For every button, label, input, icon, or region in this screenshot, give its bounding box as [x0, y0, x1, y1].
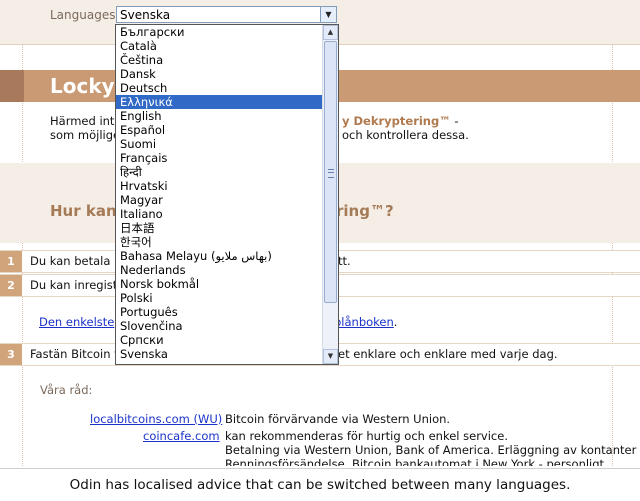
scroll-down-icon[interactable]: ▼ — [323, 349, 338, 364]
step-number: 3 — [0, 344, 22, 365]
step-number: 1 — [0, 251, 22, 272]
advice-desc: Bitcoin förvärvande via Western Union. — [225, 412, 451, 426]
localbitcoins-link[interactable]: localbitcoins.com (WU) — [90, 412, 222, 426]
language-option[interactable]: Svenska — [116, 347, 322, 361]
language-options: Български Català Čeština Dansk Deutsch Ελληνι… — [116, 25, 322, 361]
question-heading-prefix: Hur kan — [50, 202, 117, 220]
wallet-link-prefix[interactable]: Den enkelste — [39, 315, 114, 329]
language-option[interactable]: Hrvatski — [116, 179, 322, 193]
language-option[interactable]: Português — [116, 305, 322, 319]
language-option[interactable]: Ελληνικά — [116, 95, 322, 109]
intro-line1-highlight: y Dekryptering™ — [342, 114, 451, 128]
scroll-up-icon[interactable]: ▲ — [323, 25, 338, 40]
language-dropdown-list[interactable]: Български Català Čeština Dansk Deutsch Ελληνι… — [115, 24, 339, 365]
step-number: 2 — [0, 275, 22, 296]
grip-icon — [328, 169, 334, 178]
language-option[interactable]: Български — [116, 25, 322, 39]
scrollbar-thumb[interactable] — [324, 41, 337, 303]
language-option[interactable]: Dansk — [116, 67, 322, 81]
step-text-suffix: et enklare och enklare med varje dag. — [338, 347, 558, 361]
page-title: Locky — [50, 74, 115, 98]
chevron-down-icon[interactable]: ▼ — [320, 7, 336, 22]
intro-line1-suffix: - — [450, 114, 459, 128]
caption-bar: Odin has localised advice that can be sw… — [0, 468, 640, 501]
dropdown-scrollbar[interactable]: ▲ ▼ — [322, 25, 338, 364]
language-option[interactable]: 日本語 — [116, 221, 322, 235]
language-option[interactable]: Español — [116, 123, 322, 137]
caption-text: Odin has localised advice that can be sw… — [69, 477, 571, 493]
language-option[interactable]: Bahasa Melayu (بهاس ملايو) — [116, 249, 322, 263]
step-text: Du kan betala n — [30, 254, 122, 268]
advice-label: Våra råd: — [40, 383, 93, 397]
ransom-page: Languages: Svenska ▼ Locky Härmed intr y… — [0, 0, 640, 466]
advice-desc: Renningsförsändelse. Bitcoin bankautomat… — [225, 457, 605, 466]
language-option[interactable]: Français — [116, 151, 322, 165]
advice-desc: kan rekommenderas för hurtig och enkel s… — [225, 429, 508, 443]
language-option[interactable]: हिन्दी — [116, 165, 322, 179]
language-option[interactable]: 한국어 — [116, 235, 322, 249]
language-option[interactable]: Italiano — [116, 207, 322, 221]
language-option[interactable]: Norsk bokmål — [116, 277, 322, 291]
language-select[interactable]: Svenska ▼ — [116, 6, 337, 23]
language-option[interactable]: Čeština — [116, 53, 322, 67]
language-option[interactable]: Polski — [116, 291, 322, 305]
wallet-link-line: Den enkelste plånboken. — [39, 315, 398, 329]
intro-line2-suffix: och kontrollera dessa. — [342, 128, 469, 142]
language-option[interactable]: Nederlands — [116, 263, 322, 277]
language-option[interactable]: Català — [116, 39, 322, 53]
intro-line2-prefix: som möjlige — [50, 128, 121, 142]
step-text: Du kan inregistr — [30, 278, 123, 292]
coincafe-link[interactable]: coincafe.com — [143, 429, 220, 443]
title-tab — [0, 70, 24, 102]
advice-desc: Betalning via Western Union, Bank of Ame… — [225, 443, 640, 457]
languages-label: Languages: — [50, 8, 120, 22]
language-option[interactable]: Deutsch — [116, 81, 322, 95]
language-option[interactable]: Српски — [116, 333, 322, 347]
language-option[interactable]: Slovenčina — [116, 319, 322, 333]
wallet-link-suffix[interactable]: plånboken — [334, 315, 394, 329]
intro-line1-prefix: Härmed intr — [50, 114, 120, 128]
language-option[interactable]: Suomi — [116, 137, 322, 151]
step-text-suffix: tt. — [338, 254, 351, 268]
language-select-value: Svenska — [120, 8, 171, 22]
question-heading-suffix: ring™? — [336, 202, 394, 220]
step-text: Fastän Bitcoin fö — [30, 347, 126, 361]
language-option[interactable]: Magyar — [116, 193, 322, 207]
language-option[interactable]: English — [116, 109, 322, 123]
